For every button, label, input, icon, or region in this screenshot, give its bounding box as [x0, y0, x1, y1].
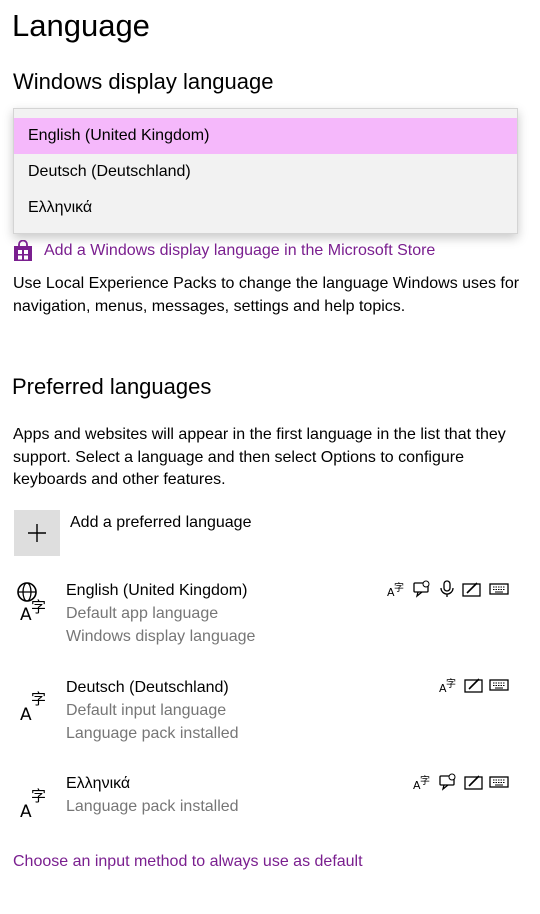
text-to-speech-icon: A 字	[387, 581, 404, 598]
store-link[interactable]: Add a Windows display language in the Mi…	[12, 239, 435, 262]
page-title: Language	[12, 8, 150, 43]
language-status: Language pack installed	[66, 725, 239, 742]
speech-bubble-icon	[439, 773, 456, 791]
store-bag-icon	[12, 239, 34, 262]
svg-text:字: 字	[420, 774, 430, 787]
keyboard-icon	[489, 583, 509, 595]
svg-text:字: 字	[394, 581, 404, 594]
microphone-icon	[440, 580, 454, 597]
handwriting-icon	[464, 775, 483, 790]
preferred-languages-description: Apps and websites will appear in the fir…	[13, 426, 506, 488]
language-row-greek[interactable]: A 字 Ελληνικά Language pack installed A 字	[0, 773, 540, 853]
handwriting-icon	[464, 678, 483, 693]
add-preferred-language-label[interactable]: Add a preferred language	[70, 514, 251, 532]
svg-text:字: 字	[31, 787, 46, 805]
language-name: Deutsch (Deutschland)	[66, 679, 229, 696]
language-icon: A 字	[20, 787, 46, 819]
svg-text:字: 字	[31, 598, 46, 616]
keyboard-icon	[489, 776, 509, 788]
language-name: Ελληνικά	[66, 775, 131, 792]
language-icon: A 字	[20, 690, 46, 722]
language-row-deutsch[interactable]: A 字 Deutsch (Deutschland) Default input …	[0, 676, 540, 756]
input-method-link[interactable]: Choose an input method to always use as …	[13, 853, 363, 871]
dropdown-option-deutsch[interactable]: Deutsch (Deutschland)	[14, 154, 517, 190]
dropdown-option-greek[interactable]: Ελληνικά	[14, 190, 517, 226]
plus-icon	[28, 524, 46, 542]
language-status: Default app language	[66, 605, 219, 622]
text-to-speech-icon: A 字	[413, 774, 430, 791]
language-status: Windows display language	[66, 628, 256, 645]
text-to-speech-icon: A 字	[439, 677, 456, 694]
store-link-label[interactable]: Add a Windows display language in the Mi…	[44, 242, 435, 260]
language-status: Language pack installed	[66, 798, 239, 815]
svg-text:字: 字	[446, 677, 456, 690]
svg-text:字: 字	[31, 690, 46, 708]
preferred-languages-heading: Preferred languages	[12, 374, 212, 399]
language-name: English (United Kingdom)	[66, 582, 248, 599]
display-language-description: Use Local Experience Packs to change the…	[13, 275, 520, 315]
keyboard-icon	[489, 679, 509, 691]
display-language-dropdown[interactable]: English (United Kingdom) Deutsch (Deutsc…	[13, 108, 518, 234]
add-preferred-language-button[interactable]	[14, 510, 60, 556]
speech-bubble-icon	[413, 580, 430, 598]
display-language-heading: Windows display language	[13, 69, 274, 94]
handwriting-icon	[462, 582, 481, 597]
dropdown-option-english[interactable]: English (United Kingdom)	[14, 118, 517, 154]
language-globe-icon: A 字	[17, 582, 46, 622]
language-row-english[interactable]: A 字 English (United Kingdom) Default app…	[0, 578, 540, 658]
language-status: Default input language	[66, 702, 227, 719]
